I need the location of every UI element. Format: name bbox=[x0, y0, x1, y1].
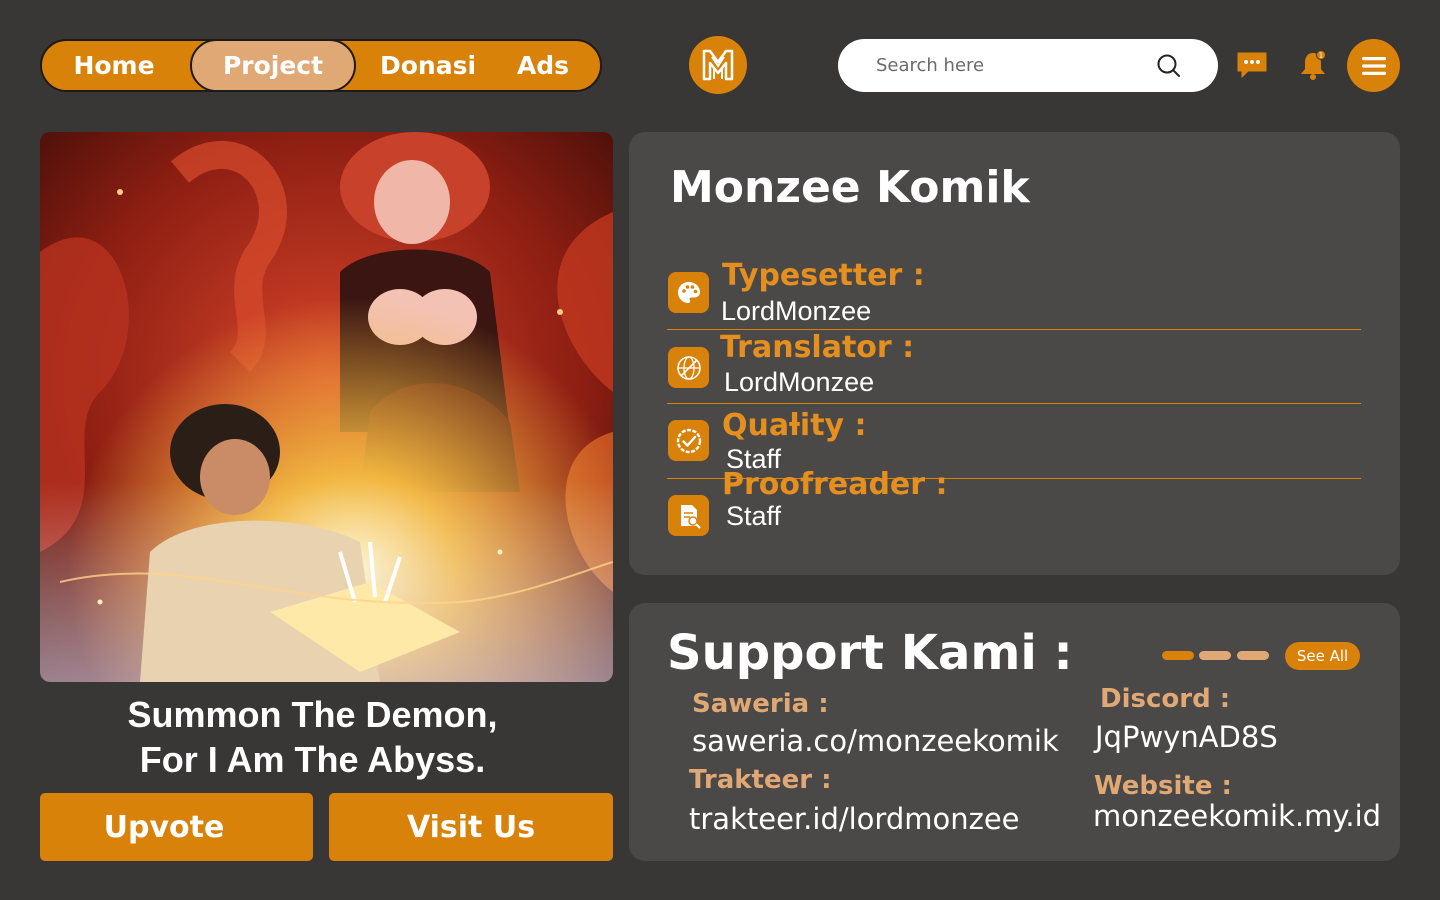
discord-label: Discord : bbox=[1100, 684, 1231, 714]
document-review-icon bbox=[668, 495, 709, 536]
carousel-dot-3[interactable] bbox=[1237, 651, 1269, 660]
role-row-typesetter: Typesetter : LordMonzee bbox=[667, 258, 1361, 330]
role-label: Translator : bbox=[720, 330, 915, 365]
carousel-dot-2[interactable] bbox=[1199, 651, 1231, 660]
role-value: Staff bbox=[726, 501, 782, 531]
main-nav: Home Project Donasi Ads bbox=[40, 39, 602, 92]
hamburger-menu-button[interactable] bbox=[1347, 39, 1400, 92]
upvote-button[interactable]: Upvote bbox=[40, 793, 313, 861]
trakteer-link[interactable]: trakteer.id/lordmonzee bbox=[689, 802, 1020, 836]
series-title-line2: For I Am The Abyss. bbox=[139, 739, 486, 780]
bell-icon[interactable]: 1 bbox=[1297, 49, 1329, 81]
site-logo[interactable] bbox=[689, 36, 747, 94]
discord-link[interactable]: JqPwynAD8S bbox=[1095, 720, 1278, 754]
check-badge-icon bbox=[668, 420, 709, 461]
chat-icon[interactable] bbox=[1236, 50, 1268, 80]
series-cover-image[interactable] bbox=[40, 132, 613, 682]
monzee-logo-icon bbox=[702, 49, 734, 81]
support-card: Support Kami : See All Saweria : saweria… bbox=[629, 603, 1400, 861]
carousel-dot-1[interactable] bbox=[1162, 651, 1194, 660]
series-title: Summon The Demon, For I Am The Abyss. bbox=[40, 692, 585, 782]
nav-project[interactable]: Project bbox=[190, 39, 356, 92]
website-label: Website : bbox=[1094, 771, 1232, 801]
saweria-link[interactable]: saweria.co/monzeekomik bbox=[692, 724, 1059, 758]
saweria-label: Saweria : bbox=[692, 689, 829, 719]
role-value: LordMonzee bbox=[721, 296, 872, 326]
series-title-line1: Summon The Demon, bbox=[127, 694, 498, 735]
website-link[interactable]: monzeekomik.my.id bbox=[1093, 799, 1381, 833]
translate-globe-icon bbox=[668, 347, 709, 388]
visit-us-button[interactable]: Visit Us bbox=[329, 793, 613, 861]
trakteer-label: Trakteer : bbox=[689, 765, 832, 795]
team-info-card: Monzee Komik Typesetter : LordMonzee Tra… bbox=[629, 132, 1400, 575]
role-row-translator: Translator : LordMonzee bbox=[667, 330, 1361, 404]
nav-ads[interactable]: Ads bbox=[510, 39, 576, 92]
nav-donasi[interactable]: Donasi bbox=[378, 39, 478, 92]
search-bar bbox=[838, 39, 1218, 92]
cover-artwork bbox=[40, 132, 613, 682]
role-value: LordMonzee bbox=[724, 367, 875, 397]
support-title: Support Kami : bbox=[667, 625, 1073, 681]
see-all-button[interactable]: See All bbox=[1285, 642, 1360, 670]
notification-count: 1 bbox=[1319, 52, 1323, 60]
search-icon[interactable] bbox=[1156, 53, 1182, 79]
role-label: Quaƚity : bbox=[722, 408, 867, 443]
group-name: Monzee Komik bbox=[670, 162, 1030, 213]
role-row-proofreader: Proofreader : Staff bbox=[667, 467, 1361, 555]
hamburger-icon bbox=[1361, 56, 1386, 75]
nav-home[interactable]: Home bbox=[64, 39, 164, 92]
palette-icon bbox=[668, 272, 709, 313]
role-label: Proofreader : bbox=[722, 467, 948, 502]
role-label: Typesetter : bbox=[722, 258, 925, 293]
search-input[interactable] bbox=[876, 39, 1146, 92]
